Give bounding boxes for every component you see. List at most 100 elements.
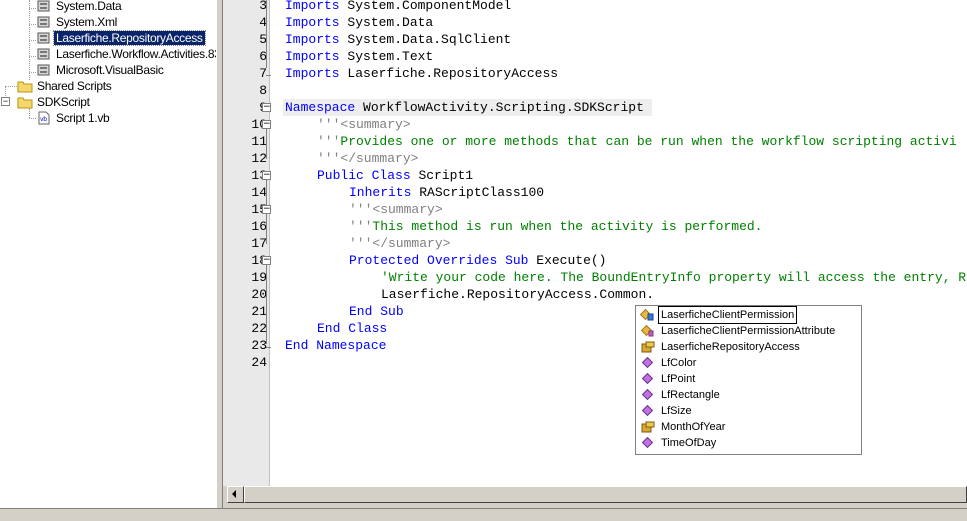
reference-icon <box>37 0 50 12</box>
folder-icon <box>17 97 33 109</box>
tree-connector <box>29 118 36 119</box>
line-number: 6 <box>259 49 267 64</box>
code-line-doc-comment: '''</summary> <box>349 236 451 251</box>
enum-icon <box>641 421 655 433</box>
line-number: 7 <box>259 66 267 81</box>
tree-item-sdkscript[interactable]: SDKScript <box>17 94 92 110</box>
line-number: 18 <box>251 253 267 268</box>
namespace-icon <box>641 341 655 353</box>
tree-item-label: System.Data <box>56 0 122 13</box>
line-number: 22 <box>251 321 267 336</box>
line-number: 8 <box>259 83 267 98</box>
line-number: 20 <box>251 287 267 302</box>
struct-icon <box>641 404 654 417</box>
line-number: 3 <box>259 0 267 13</box>
code-line-sub: Protected Overrides Sub Execute() <box>349 253 607 268</box>
tree-item-label: Laserfiche.RepositoryAccess <box>53 30 206 46</box>
tree-item-microsoft-visualbasic[interactable]: Microsoft.VisualBasic <box>36 62 166 78</box>
code-line: Imports System.Data.SqlClient <box>285 32 512 47</box>
outline-end <box>266 75 271 76</box>
outline-line <box>266 214 267 244</box>
completion-list[interactable]: LaserficheClientPermission LaserficheCli… <box>635 305 862 455</box>
struct-icon <box>641 356 654 369</box>
code-line: Imports System.Data <box>285 15 434 30</box>
tree-item-system-xml[interactable]: System.Xml <box>36 14 119 30</box>
code-line-end-namespace: End Namespace <box>285 338 387 353</box>
line-number: 21 <box>251 304 267 319</box>
struct-icon <box>641 388 654 401</box>
tree-connector <box>29 40 36 41</box>
enum-icon <box>641 436 654 449</box>
line-number: 5 <box>259 32 267 47</box>
line-number: 13 <box>251 168 267 183</box>
tree-item-label: Laserfiche.Workflow.Activities.83 <box>56 47 216 61</box>
reference-icon <box>37 64 50 76</box>
struct-icon <box>641 372 654 385</box>
outline-end <box>266 347 271 348</box>
line-number: 10 <box>251 117 267 132</box>
vb-file-icon: vb <box>38 111 50 125</box>
code-line: Imports System.Text <box>285 49 434 64</box>
line-number: 14 <box>251 185 267 200</box>
code-line-end-class: End Class <box>317 321 388 336</box>
summary-collapse-toggle[interactable]: − <box>262 120 271 129</box>
tree-item-shared-scripts[interactable]: Shared Scripts <box>17 78 114 94</box>
code-line-doc-comment: '''This method is run when the activity … <box>349 219 763 234</box>
code-line-inherits: Inherits RAScriptClass100 <box>349 185 545 200</box>
tree-item-laserfiche-workflow-activities[interactable]: Laserfiche.Workflow.Activities.83 <box>36 46 216 62</box>
code-line-comment: 'Write your code here. The BoundEntryInf… <box>381 270 967 285</box>
line-number: 15 <box>251 202 267 217</box>
tree-item-script1-vb[interactable]: vb Script 1.vb <box>36 110 111 126</box>
code-line-doc-comment: '''<summary> <box>349 202 443 217</box>
code-line: Imports System.ComponentModel <box>285 0 512 13</box>
line-number: 19 <box>251 270 267 285</box>
line-number: 17 <box>251 236 267 251</box>
scrollbar-thumb[interactable] <box>244 486 967 503</box>
arrow-left-icon <box>232 490 236 498</box>
code-line: Imports Laserfiche.RepositoryAccess <box>285 66 559 81</box>
summary-collapse-toggle[interactable]: − <box>262 205 271 214</box>
tree-connector <box>29 8 36 9</box>
tree-connector <box>29 56 36 57</box>
tree-connector <box>29 24 36 25</box>
tree-item-label: Script 1.vb <box>56 111 110 125</box>
project-tree[interactable]: System.Data System.Xml Laserfiche.Reposi… <box>0 0 216 508</box>
collapse-toggle[interactable]: − <box>1 97 10 106</box>
outline-line <box>266 129 267 159</box>
code-line-doc-comment: '''Provides one or more methods that can… <box>317 134 957 149</box>
enum-icon <box>640 308 654 321</box>
tree-item-laserfiche-repositoryaccess[interactable]: Laserfiche.RepositoryAccess <box>36 30 206 46</box>
line-number: 11 <box>251 134 267 149</box>
reference-icon <box>37 48 50 60</box>
line-number: 12 <box>251 151 267 166</box>
code-line-class: Public Class Script1 <box>317 168 474 183</box>
reference-icon <box>37 16 50 28</box>
line-number: 23 <box>251 338 267 353</box>
status-bar <box>0 508 967 521</box>
code-line-end-sub: End Sub <box>349 304 404 319</box>
tree-item-system-data[interactable]: System.Data <box>36 0 123 14</box>
line-number: 4 <box>259 15 267 30</box>
code-line-current[interactable]: Laserfiche.RepositoryAccess.Common. <box>381 286 654 303</box>
class-collapse-toggle[interactable]: − <box>262 171 271 180</box>
code-line-doc-comment: '''</summary> <box>317 151 419 166</box>
tree-item-label: SDKScript <box>37 95 90 109</box>
class-icon <box>640 324 654 337</box>
outline-line <box>266 265 267 344</box>
outline-line <box>266 0 267 68</box>
tree-connector <box>29 72 36 73</box>
svg-text:vb: vb <box>40 116 47 123</box>
reference-icon <box>37 32 50 44</box>
tree-item-label: Shared Scripts <box>37 79 112 93</box>
tree-item-label: Microsoft.VisualBasic <box>56 63 164 77</box>
tree-connector <box>5 86 17 87</box>
namespace-collapse-toggle[interactable]: − <box>262 103 271 112</box>
sub-collapse-toggle[interactable]: − <box>262 256 271 265</box>
line-number: 9 <box>223 99 267 116</box>
scroll-left-button[interactable] <box>227 486 244 503</box>
code-line-doc-comment: '''<summary> <box>317 117 411 132</box>
line-number: 24 <box>251 355 267 370</box>
folder-icon <box>17 81 33 93</box>
code-line-namespace: Namespace WorkflowActivity.Scripting.SDK… <box>285 100 644 115</box>
tree-item-label: System.Xml <box>56 15 118 29</box>
